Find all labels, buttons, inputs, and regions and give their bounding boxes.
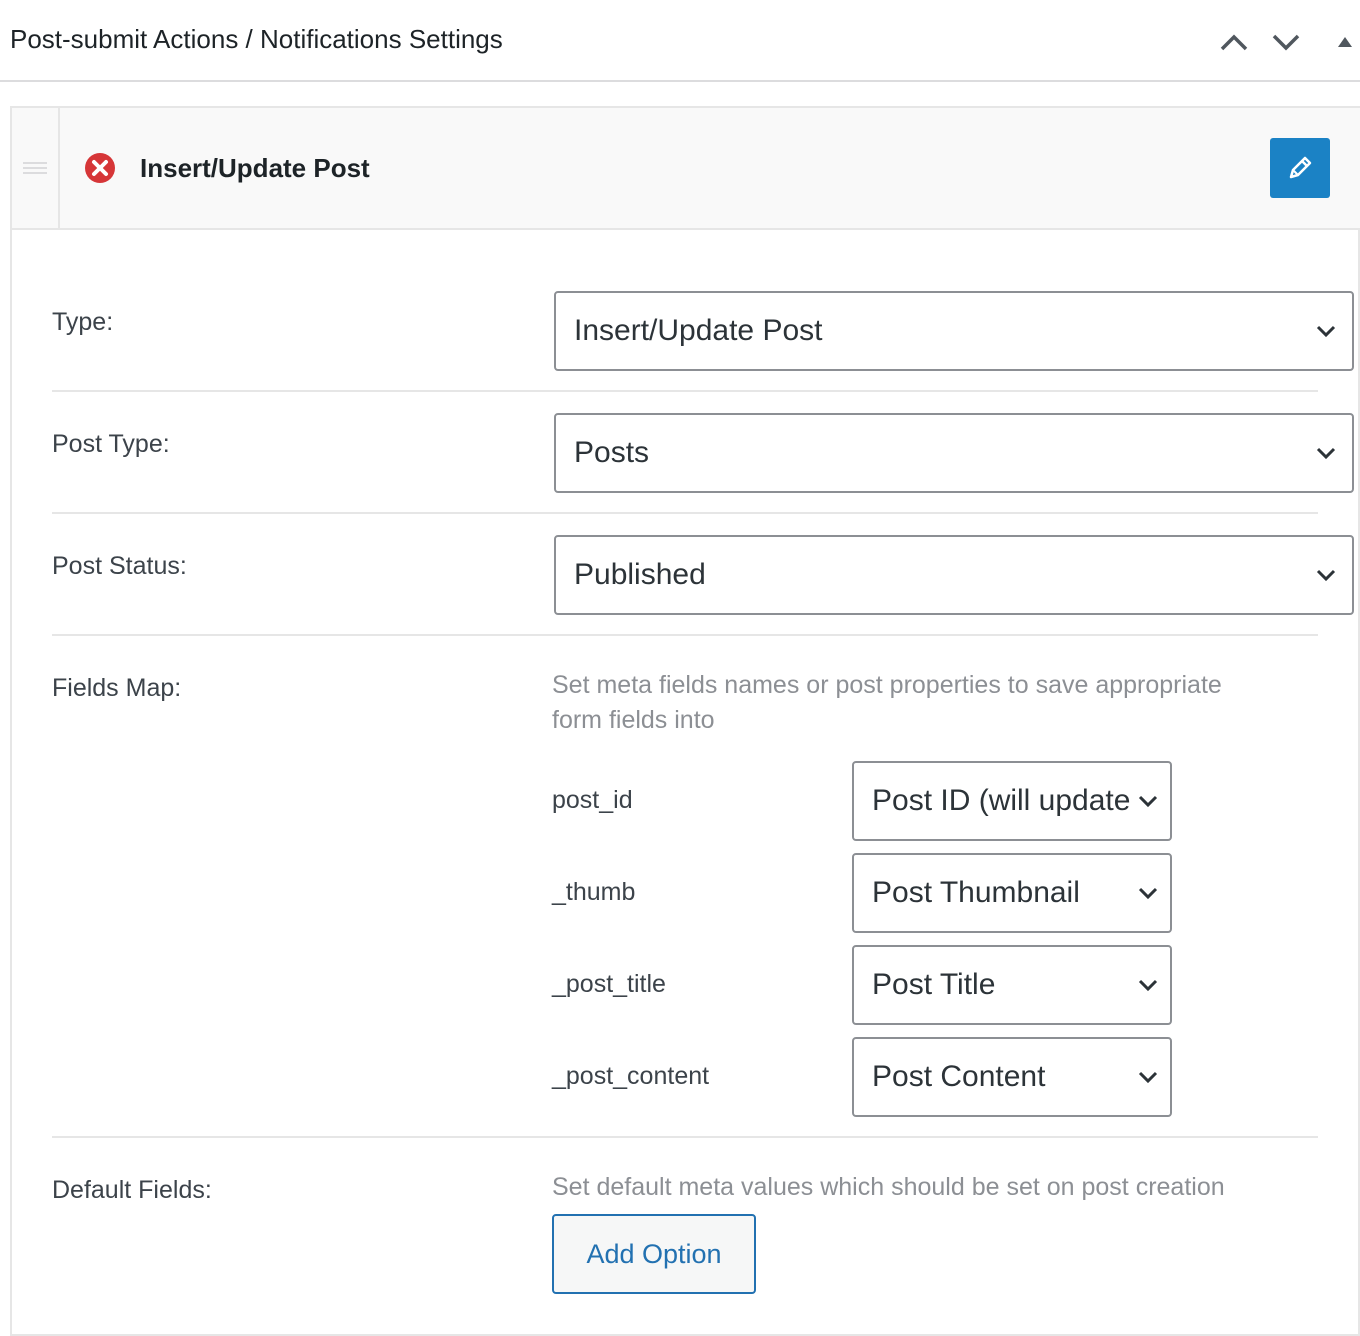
divider: [52, 1136, 1318, 1138]
map-key-post-title: _post_title: [552, 970, 666, 998]
map-key-thumb: _thumb: [552, 878, 636, 906]
post-status-select-value: Published: [574, 558, 706, 591]
panel-title: Post-submit Actions / Notifications Sett…: [10, 24, 503, 54]
add-option-button[interactable]: Add Option: [552, 1214, 756, 1294]
map-select-value: Post Thumbnail: [872, 876, 1080, 909]
map-select-value: Post ID (will update: [872, 784, 1131, 817]
panel-header: Post-submit Actions / Notifications Sett…: [0, 0, 1360, 82]
fields-map-label: Fields Map:: [52, 674, 182, 702]
drag-handle-icon: [23, 162, 47, 174]
type-select[interactable]: Insert/Update Post: [554, 291, 1354, 371]
action-header: Insert/Update Post: [12, 108, 1360, 230]
map-key-post-id: post_id: [552, 786, 633, 814]
chevron-down-icon: [1136, 789, 1160, 813]
default-fields-label: Default Fields:: [52, 1176, 212, 1204]
divider: [52, 390, 1318, 392]
post-status-label: Post Status:: [52, 552, 187, 580]
map-select-value: Post Content: [872, 1060, 1046, 1093]
toggle-panel-button[interactable]: [1330, 22, 1360, 62]
remove-circle-icon: [85, 153, 115, 183]
divider: [52, 512, 1318, 514]
post-status-select[interactable]: Published: [554, 535, 1354, 615]
chevron-up-icon: [1220, 34, 1248, 51]
map-select-post-id[interactable]: Post ID (will update: [852, 761, 1172, 841]
triangle-up-icon: [1338, 37, 1352, 47]
divider: [52, 634, 1318, 636]
remove-action-button[interactable]: [84, 152, 116, 184]
fields-map-description: Set meta fields names or post properties…: [552, 671, 1222, 734]
chevron-down-icon: [1136, 973, 1160, 997]
chevron-down-icon: [1136, 881, 1160, 905]
map-select-thumb[interactable]: Post Thumbnail: [852, 853, 1172, 933]
map-key-post-content: _post_content: [552, 1062, 710, 1090]
post-type-select[interactable]: Posts: [554, 413, 1354, 493]
map-select-post-title[interactable]: Post Title: [852, 945, 1172, 1025]
chevron-down-icon: [1314, 563, 1338, 587]
post-type-label: Post Type:: [52, 430, 170, 458]
move-up-button[interactable]: [1214, 22, 1254, 62]
type-label: Type:: [52, 308, 114, 336]
chevron-down-icon: [1272, 34, 1300, 51]
chevron-down-icon: [1314, 441, 1338, 465]
chevron-down-icon: [1314, 319, 1338, 343]
pencil-icon: [1289, 156, 1312, 179]
edit-action-button[interactable]: [1270, 138, 1330, 198]
move-down-button[interactable]: [1266, 22, 1306, 62]
chevron-down-icon: [1136, 1065, 1160, 1089]
action-title: Insert/Update Post: [140, 153, 370, 183]
default-fields-description: Set default meta values which should be …: [552, 1173, 1225, 1201]
type-select-value: Insert/Update Post: [574, 314, 823, 347]
map-select-value: Post Title: [872, 968, 996, 1001]
drag-handle[interactable]: [12, 108, 60, 228]
post-type-select-value: Posts: [574, 436, 650, 469]
map-select-post-content[interactable]: Post Content: [852, 1037, 1172, 1117]
